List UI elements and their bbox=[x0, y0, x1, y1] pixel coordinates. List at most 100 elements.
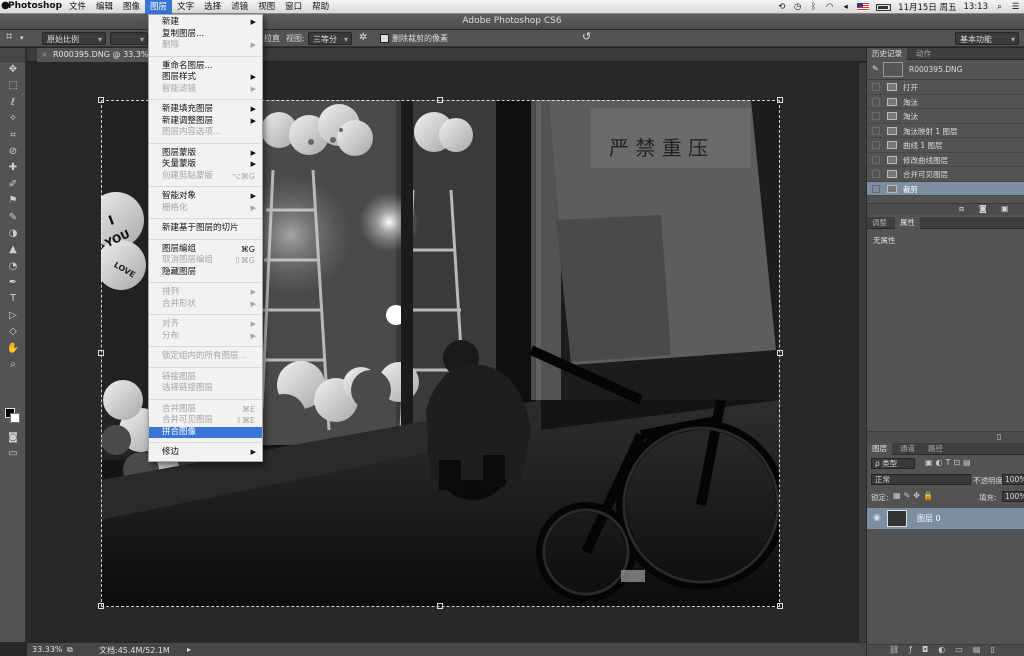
time-machine-icon[interactable]: ⟲ bbox=[777, 2, 786, 12]
dodge-tool-icon[interactable]: ✒ bbox=[0, 275, 26, 291]
crop-handle-bottom-left[interactable] bbox=[98, 603, 104, 609]
menu-item-5[interactable]: 选择 bbox=[199, 0, 226, 14]
layer-menu-item[interactable]: 矢量蒙版 ▶ bbox=[149, 159, 262, 171]
notification-icon[interactable]: ☰ bbox=[1011, 2, 1020, 12]
input-flag-icon[interactable] bbox=[857, 3, 870, 11]
history-checkbox[interactable] bbox=[872, 97, 880, 106]
close-icon[interactable]: × bbox=[41, 48, 48, 62]
pen-tool-icon[interactable]: T bbox=[0, 291, 26, 307]
app-name[interactable]: Photoshop bbox=[8, 1, 62, 11]
view-select[interactable]: 三等分 bbox=[308, 32, 352, 46]
history-checkbox[interactable] bbox=[872, 155, 880, 164]
history-checkbox[interactable] bbox=[872, 126, 880, 135]
history-checkbox[interactable] bbox=[872, 170, 880, 178]
history-checkbox[interactable] bbox=[872, 83, 880, 91]
hand-tool-icon[interactable]: ⌕ bbox=[0, 357, 26, 373]
menu-item-2[interactable]: 图像 bbox=[118, 0, 145, 14]
lasso-tool-icon[interactable]: ℓ bbox=[0, 95, 26, 111]
stamp-tool-icon[interactable]: ⚑ bbox=[0, 193, 26, 209]
menu-item-7[interactable]: 视图 bbox=[253, 0, 280, 14]
delete-cropped-checkbox[interactable]: 删除裁剪的像素 bbox=[380, 32, 448, 45]
crop-handle-bottom-right[interactable] bbox=[777, 603, 783, 609]
crop-tool-icon[interactable]: ⌗ bbox=[6, 30, 12, 43]
layer-filter-icons[interactable]: ▣◐T⊡▤ bbox=[925, 458, 974, 467]
history-snapshot[interactable]: ✎ R000395.DNG bbox=[867, 60, 1024, 80]
panel-tab-layertabs-1[interactable]: 通道 bbox=[895, 443, 920, 455]
chevron-down-icon[interactable]: ▾ bbox=[20, 32, 24, 45]
ratio-width-input[interactable] bbox=[110, 32, 148, 46]
menu-item-4[interactable]: 文字 bbox=[172, 0, 199, 14]
history-item[interactable]: 裁剪 bbox=[867, 181, 1024, 196]
crop-handle-right[interactable] bbox=[777, 350, 783, 356]
shape-tool-icon[interactable]: ✋ bbox=[0, 341, 26, 357]
volume-icon[interactable]: ◂ bbox=[841, 2, 850, 12]
history-brush-icon[interactable]: ✎ bbox=[0, 210, 26, 226]
crop-handle-top-right[interactable] bbox=[777, 97, 783, 103]
layer-menu-item[interactable]: 新建填充图层 ▶ bbox=[149, 104, 262, 116]
zoom-level[interactable]: 33.33% bbox=[32, 645, 63, 654]
wifi-icon[interactable]: ◠ bbox=[825, 2, 834, 12]
layer-menu-item[interactable]: 新建调整图层 ▶ bbox=[149, 116, 262, 128]
camera-icon[interactable]: ◙ bbox=[979, 204, 987, 213]
quick-select-icon[interactable]: ✧ bbox=[0, 111, 26, 127]
layer-menu-item[interactable]: 复制图层... bbox=[149, 29, 262, 41]
panel-tab-proptabs-1[interactable]: 属性 bbox=[895, 217, 920, 229]
time-text[interactable]: 13:13 bbox=[964, 2, 989, 12]
eye-icon[interactable]: ◉ bbox=[873, 513, 881, 523]
clock-icon[interactable]: ◷ bbox=[793, 2, 802, 12]
layer-menu-item[interactable]: 重命名图层... bbox=[149, 61, 262, 73]
lock-icons[interactable]: ▦✎✥🔒 bbox=[893, 491, 936, 500]
type-tool-icon[interactable]: ▷ bbox=[0, 308, 26, 324]
workspace-select[interactable]: 基本功能 bbox=[955, 32, 1019, 46]
history-item[interactable]: 曲线 1 图层 bbox=[867, 138, 1024, 153]
gradient-tool-icon[interactable]: ▲ bbox=[0, 242, 26, 258]
spotlight-search-icon[interactable]: ⌕ bbox=[995, 2, 1004, 12]
history-item[interactable]: 淘汰 bbox=[867, 95, 1024, 109]
vertical-scrollbar[interactable] bbox=[858, 63, 866, 642]
layer-menu-item[interactable]: 图层蒙版 ▶ bbox=[149, 148, 262, 160]
history-checkbox[interactable] bbox=[872, 184, 880, 193]
marquee-tool-icon[interactable]: ⬚ bbox=[0, 78, 26, 94]
healing-brush-icon[interactable]: ✚ bbox=[0, 160, 26, 176]
fill-input[interactable]: 100% bbox=[1002, 491, 1024, 502]
straighten-label[interactable]: 拉直 bbox=[264, 32, 280, 45]
panel-tab-histtabs-0[interactable]: 历史记录 bbox=[867, 48, 907, 60]
eyedropper-icon[interactable]: ⊘ bbox=[0, 144, 26, 160]
history-item[interactable]: 淘汰映射 1 图层 bbox=[867, 124, 1024, 138]
eraser-icon[interactable]: ◑ bbox=[0, 226, 26, 242]
crop-handle-bottom[interactable] bbox=[437, 603, 443, 609]
new-document-icon[interactable]: ⧈ bbox=[959, 204, 964, 214]
status-arrow-icon[interactable]: ▸ bbox=[187, 645, 191, 654]
layer-row[interactable]: ◉ 图层 0 bbox=[867, 508, 1024, 529]
tools-grip[interactable] bbox=[0, 48, 25, 62]
bluetooth-icon[interactable]: ᛒ bbox=[809, 2, 818, 12]
menu-item-1[interactable]: 编辑 bbox=[91, 0, 118, 14]
menu-item-3[interactable]: 图层 bbox=[145, 0, 173, 14]
history-item[interactable]: 合并可见图层 bbox=[867, 167, 1024, 182]
panel-tab-layertabs-2[interactable]: 路径 bbox=[923, 443, 948, 455]
opacity-input[interactable]: 100% bbox=[1002, 474, 1024, 485]
crop-handle-left[interactable] bbox=[98, 350, 104, 356]
menu-item-6[interactable]: 滤镜 bbox=[226, 0, 253, 14]
history-checkbox[interactable] bbox=[872, 141, 880, 149]
crop-tool-icon[interactable]: ⌗ bbox=[0, 128, 26, 144]
ratio-select[interactable]: 原始比例 bbox=[42, 32, 106, 46]
reset-icon[interactable]: ↺ bbox=[582, 30, 591, 43]
blur-tool-icon[interactable]: ◔ bbox=[0, 259, 26, 275]
history-item[interactable]: 打开 bbox=[867, 80, 1024, 95]
layer-menu-item[interactable]: 修边 ▶ bbox=[149, 447, 262, 459]
layer-menu-item[interactable]: 拼合图像 bbox=[149, 426, 262, 438]
move-tool-icon[interactable]: ✥ bbox=[0, 62, 26, 78]
color-swatches[interactable] bbox=[5, 408, 21, 424]
layer-name[interactable]: 图层 0 bbox=[917, 513, 941, 524]
menu-item-9[interactable]: 帮助 bbox=[307, 0, 334, 14]
crop-handle-top-left[interactable] bbox=[98, 97, 104, 103]
battery-icon[interactable] bbox=[876, 3, 892, 11]
screen-mode-icon[interactable]: ▭ bbox=[0, 446, 26, 462]
quick-mask-icon[interactable]: ◙ bbox=[0, 430, 26, 446]
layer-menu-item[interactable]: 新建基于图层的切片 bbox=[149, 223, 262, 235]
history-item[interactable]: 修改曲线图层 bbox=[867, 153, 1024, 167]
blend-mode-select[interactable]: 正常 bbox=[871, 474, 971, 485]
layers-footer-icons[interactable]: ⛓ƒ◘◐▭▤▯ bbox=[867, 644, 1024, 656]
history-item[interactable]: 淘汰 bbox=[867, 109, 1024, 124]
